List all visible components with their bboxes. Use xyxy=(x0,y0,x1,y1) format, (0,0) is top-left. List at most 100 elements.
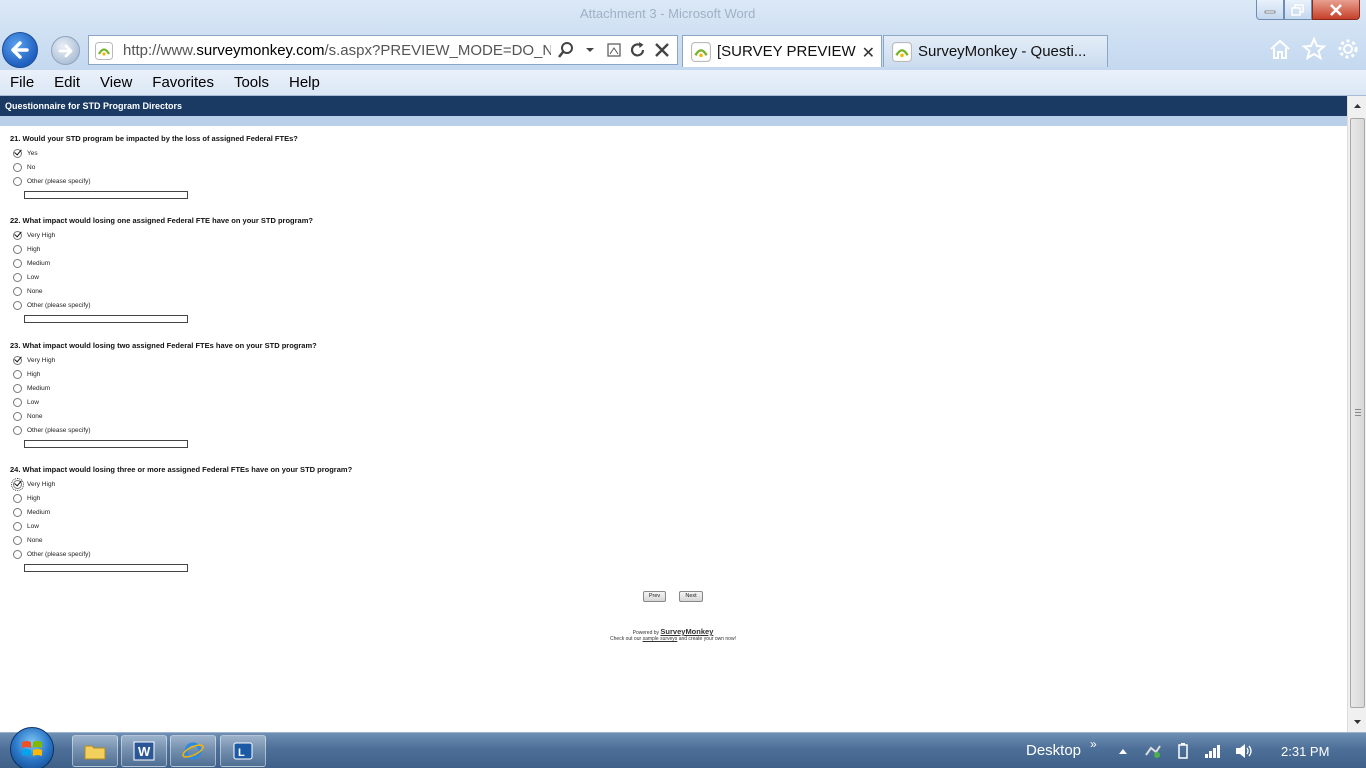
internet-explorer-icon xyxy=(182,742,204,760)
desktop-toolbar-label[interactable]: Desktop xyxy=(1026,742,1081,759)
answer-option[interactable]: Other (please specify) xyxy=(13,174,298,188)
menu-tools[interactable]: Tools xyxy=(224,74,279,91)
radio-button[interactable] xyxy=(13,535,22,545)
radio-button[interactable] xyxy=(13,397,22,407)
svg-text:L: L xyxy=(238,747,245,759)
menu-help[interactable]: Help xyxy=(279,74,330,91)
menu-view[interactable]: View xyxy=(90,74,142,91)
answer-option[interactable]: Other (please specify) xyxy=(13,298,313,312)
close-window-button[interactable] xyxy=(1312,0,1360,20)
radio-button[interactable] xyxy=(13,411,22,421)
radio-button[interactable] xyxy=(13,286,22,296)
answer-option[interactable]: Very High xyxy=(13,353,317,367)
compatibility-view-icon[interactable] xyxy=(605,40,623,60)
answer-option[interactable]: Low xyxy=(13,395,317,409)
windows-taskbar: W L Desktop » 2:31 PM xyxy=(0,727,1366,768)
power-icon[interactable] xyxy=(1174,742,1192,760)
answer-option[interactable]: Medium xyxy=(13,505,352,519)
other-specify-input[interactable] xyxy=(24,191,188,199)
back-button[interactable] xyxy=(2,32,38,68)
gear-icon[interactable] xyxy=(1336,36,1360,62)
taskbar-lync[interactable]: L xyxy=(220,735,266,767)
checked-radio-icon[interactable] xyxy=(13,148,22,158)
radio-button[interactable] xyxy=(13,369,22,379)
checked-radio-icon[interactable] xyxy=(11,477,24,491)
answer-option[interactable]: None xyxy=(13,533,352,547)
home-icon[interactable] xyxy=(1268,36,1292,62)
answer-option[interactable]: Low xyxy=(13,519,352,533)
minimize-button[interactable] xyxy=(1256,0,1284,20)
answer-option[interactable]: Very High xyxy=(11,477,352,491)
word-icon: W xyxy=(133,741,155,761)
radio-button[interactable] xyxy=(13,507,22,517)
system-tray xyxy=(1114,742,1252,760)
window-controls xyxy=(1256,0,1360,20)
address-bar[interactable]: http://www.surveymonkey.com/s.aspx?PREVI… xyxy=(88,35,678,65)
radio-button[interactable] xyxy=(13,549,22,559)
network-icon[interactable] xyxy=(1204,742,1222,760)
answer-option[interactable]: Medium xyxy=(13,256,313,270)
taskbar-explorer[interactable] xyxy=(72,735,118,767)
next-button[interactable]: Next xyxy=(679,591,703,602)
tab-surveymonkey-questions[interactable]: SurveyMonkey - Questi... xyxy=(883,35,1108,67)
vertical-scrollbar[interactable] xyxy=(1347,96,1366,732)
menu-file[interactable]: File xyxy=(0,74,44,91)
stop-icon[interactable] xyxy=(653,40,671,60)
radio-button[interactable] xyxy=(13,493,22,503)
scroll-up-icon[interactable] xyxy=(1351,100,1363,112)
start-button[interactable] xyxy=(10,727,54,768)
answer-option[interactable]: Yes xyxy=(13,146,298,160)
answer-option[interactable]: Other (please specify) xyxy=(13,423,317,437)
answer-option[interactable]: Medium xyxy=(13,381,317,395)
refresh-icon[interactable] xyxy=(629,40,647,60)
radio-button[interactable] xyxy=(13,162,22,172)
answer-option[interactable]: High xyxy=(13,242,313,256)
sample-surveys-link[interactable]: sample surveys xyxy=(643,636,678,642)
answer-option[interactable]: Low xyxy=(13,270,313,284)
surveymonkey-link[interactable]: SurveyMonkey xyxy=(660,627,713,636)
radio-button[interactable] xyxy=(13,383,22,393)
radio-button[interactable] xyxy=(13,272,22,282)
taskbar-internet-explorer[interactable] xyxy=(170,735,216,767)
radio-button[interactable] xyxy=(13,300,22,310)
close-tab-icon[interactable]: ✕ xyxy=(862,43,875,63)
radio-button[interactable] xyxy=(13,258,22,268)
clock[interactable]: 2:31 PM xyxy=(1281,744,1329,759)
restore-button[interactable] xyxy=(1284,0,1312,20)
favorites-star-icon[interactable] xyxy=(1302,36,1326,62)
answer-option[interactable]: Very High xyxy=(13,228,313,242)
menu-edit[interactable]: Edit xyxy=(44,74,90,91)
radio-button[interactable] xyxy=(13,176,22,186)
prev-button[interactable]: Prev xyxy=(643,591,666,602)
tray-expand-icon[interactable] xyxy=(1114,742,1132,760)
taskbar-word[interactable]: W xyxy=(121,735,167,767)
answer-option[interactable]: None xyxy=(13,409,317,423)
answer-option[interactable]: High xyxy=(13,367,317,381)
tab-label: SurveyMonkey - Questi... xyxy=(918,43,1087,60)
radio-button[interactable] xyxy=(13,244,22,254)
answer-label: Very High xyxy=(27,231,56,239)
restore-icon xyxy=(1291,3,1304,16)
answer-option[interactable]: Other (please specify) xyxy=(13,547,352,561)
other-specify-input[interactable] xyxy=(24,315,188,323)
scrollbar-thumb[interactable] xyxy=(1350,118,1365,708)
checked-radio-icon[interactable] xyxy=(13,355,22,365)
checked-radio-icon[interactable] xyxy=(13,230,22,240)
menu-favorites[interactable]: Favorites xyxy=(142,74,224,91)
other-specify-input[interactable] xyxy=(24,564,188,572)
forward-button[interactable] xyxy=(51,36,80,65)
other-specify-input[interactable] xyxy=(24,440,188,448)
dropdown-arrow-icon[interactable] xyxy=(581,40,599,60)
toolbar-expand-icon[interactable]: » xyxy=(1090,737,1097,751)
answer-option[interactable]: High xyxy=(13,491,352,505)
action-center-icon[interactable] xyxy=(1144,742,1162,760)
tab-survey-preview[interactable]: [SURVEY PREVIEW ... ✕ xyxy=(682,35,882,67)
answer-option[interactable]: None xyxy=(13,284,313,298)
url-text[interactable]: http://www.surveymonkey.com/s.aspx?PREVI… xyxy=(123,42,551,59)
scroll-down-icon[interactable] xyxy=(1351,716,1363,728)
radio-button[interactable] xyxy=(13,521,22,531)
answer-option[interactable]: No xyxy=(13,160,298,174)
radio-button[interactable] xyxy=(13,425,22,435)
volume-icon[interactable] xyxy=(1234,742,1252,760)
search-icon[interactable] xyxy=(557,40,575,60)
